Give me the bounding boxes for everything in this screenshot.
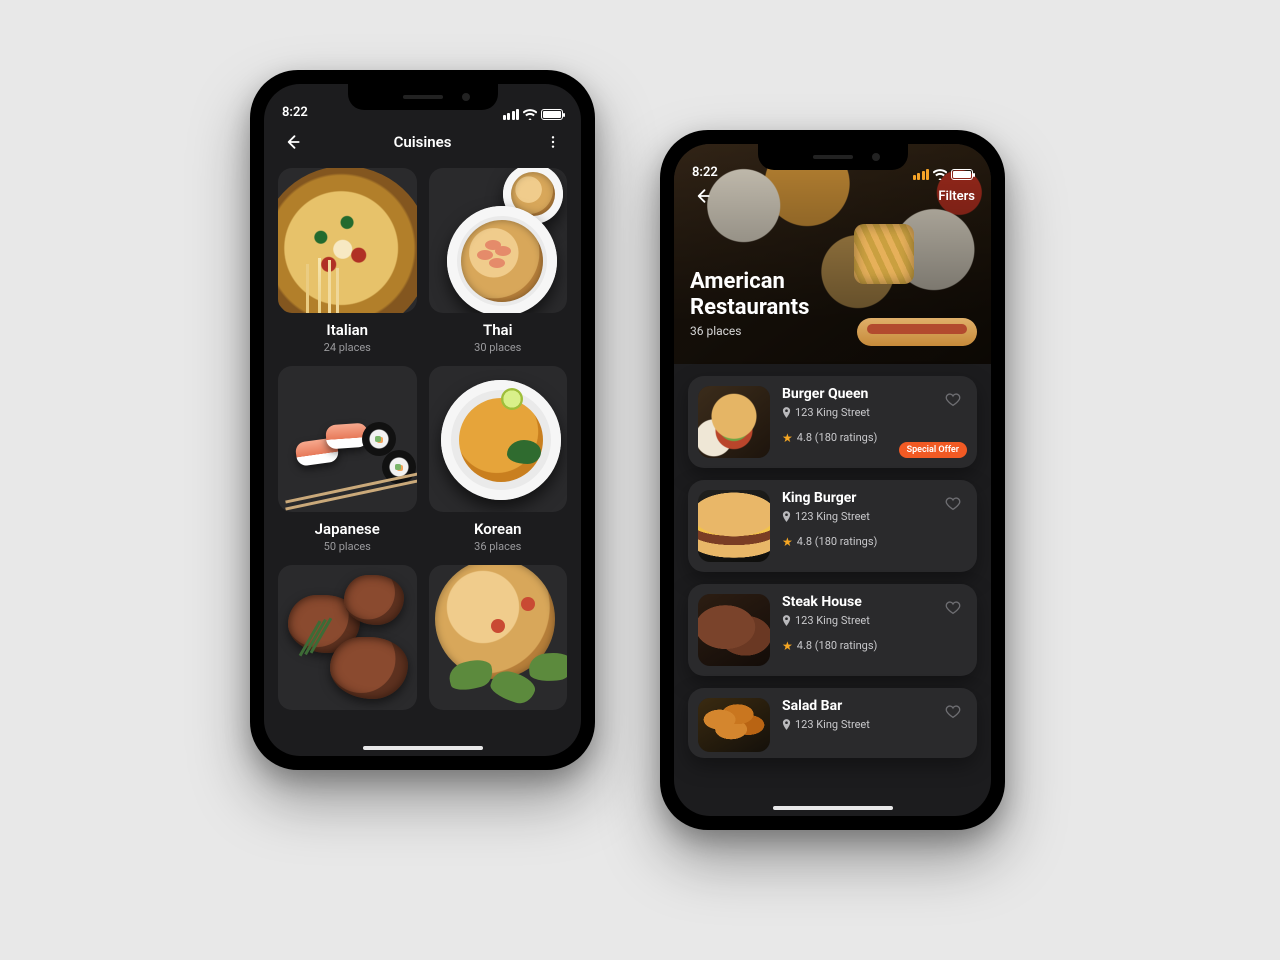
favorite-button[interactable]: [939, 594, 967, 622]
pin-icon: [782, 407, 791, 418]
hero-title: American Restaurants 36 places: [690, 269, 809, 338]
canvas: 8:22 Cuisines: [40, 40, 1240, 920]
notch: [348, 84, 498, 110]
hero-header: 8:22 Filters: [674, 144, 991, 364]
restaurant-address: 123 King Street: [782, 614, 965, 627]
restaurant-rating: ★ 4.8 (180 ratings): [782, 535, 965, 548]
phone-restaurants: 8:22 Filters: [660, 130, 1005, 830]
restaurant-address: 123 King Street: [782, 406, 965, 419]
wifi-icon: [523, 109, 537, 120]
cuisine-name: Japanese: [315, 520, 380, 538]
pin-icon: [782, 615, 791, 626]
restaurant-name: King Burger: [782, 490, 965, 506]
home-indicator: [363, 746, 483, 750]
restaurant-rating: ★ 4.8 (180 ratings): [782, 639, 965, 652]
cuisine-name: Thai: [483, 321, 513, 339]
special-offer-badge: Special Offer: [899, 442, 967, 458]
status-right: [913, 169, 974, 180]
cuisine-name: Korean: [474, 520, 522, 538]
restaurant-image: [698, 386, 770, 458]
app-bar: Cuisines: [264, 122, 581, 168]
restaurant-image: [698, 698, 770, 752]
filters-button[interactable]: Filters: [938, 189, 975, 204]
cuisine-count: 30 places: [474, 341, 521, 354]
wifi-icon: [933, 169, 947, 180]
cuisine-image: [278, 565, 417, 710]
cuisine-image: [429, 565, 568, 710]
restaurant-image: [698, 490, 770, 562]
battery-icon: [951, 169, 973, 180]
signal-icon: [913, 169, 930, 180]
restaurant-name: Steak House: [782, 594, 965, 610]
cuisine-image: [278, 366, 417, 511]
back-button[interactable]: [278, 128, 306, 156]
cuisine-count: 24 places: [324, 341, 371, 354]
star-icon: ★: [782, 536, 793, 548]
cuisine-tile-thai[interactable]: Thai 30 places: [429, 168, 568, 354]
restaurant-address: 123 King Street: [782, 510, 965, 523]
star-icon: ★: [782, 432, 793, 444]
phone-cuisines: 8:22 Cuisines: [250, 70, 595, 770]
cuisine-count: 36 places: [474, 540, 521, 553]
more-button[interactable]: [539, 128, 567, 156]
restaurant-list[interactable]: Burger Queen 123 King Street ★ 4.8 (180 …: [674, 364, 991, 758]
restaurant-image: [698, 594, 770, 666]
screen: 8:22 Filters: [674, 144, 991, 816]
back-button[interactable]: [688, 182, 716, 210]
favorite-button[interactable]: [939, 386, 967, 414]
cuisine-tile-bbq[interactable]: [278, 565, 417, 710]
favorite-button[interactable]: [939, 698, 967, 726]
cuisine-image: [429, 168, 568, 313]
restaurant-card[interactable]: Steak House 123 King Street ★ 4.8 (180 r…: [688, 584, 977, 676]
cuisine-tile-italian[interactable]: Italian 24 places: [278, 168, 417, 354]
star-icon: ★: [782, 640, 793, 652]
cuisine-image: [429, 366, 568, 511]
cuisine-count: 50 places: [324, 540, 371, 553]
restaurant-name: Burger Queen: [782, 386, 965, 402]
restaurant-card[interactable]: King Burger 123 King Street ★ 4.8 (180 r…: [688, 480, 977, 572]
restaurant-card[interactable]: Salad Bar 123 King Street: [688, 688, 977, 758]
hero-title-line1: American: [690, 269, 785, 294]
cuisine-grid: Italian 24 places Thai 30 places: [264, 168, 581, 710]
hero-subtitle: 36 places: [690, 324, 809, 338]
cuisine-tile-japanese[interactable]: Japanese 50 places: [278, 366, 417, 552]
restaurant-card[interactable]: Burger Queen 123 King Street ★ 4.8 (180 …: [688, 376, 977, 468]
cuisine-image: [278, 168, 417, 313]
favorite-button[interactable]: [939, 490, 967, 518]
battery-icon: [541, 109, 563, 120]
status-time: 8:22: [692, 165, 718, 180]
pin-icon: [782, 511, 791, 522]
status-time: 8:22: [282, 105, 308, 120]
cuisine-name: Italian: [326, 321, 368, 339]
pin-icon: [782, 719, 791, 730]
page-title: Cuisines: [394, 133, 452, 151]
restaurant-address: 123 King Street: [782, 718, 965, 731]
status-right: [503, 109, 564, 120]
screen: 8:22 Cuisines: [264, 84, 581, 756]
cuisine-tile-salad[interactable]: [429, 565, 568, 710]
notch: [758, 144, 908, 170]
signal-icon: [503, 109, 520, 120]
restaurant-name: Salad Bar: [782, 698, 965, 714]
hero-title-line2: Restaurants: [690, 295, 809, 320]
home-indicator: [773, 806, 893, 810]
cuisine-tile-korean[interactable]: Korean 36 places: [429, 366, 568, 552]
